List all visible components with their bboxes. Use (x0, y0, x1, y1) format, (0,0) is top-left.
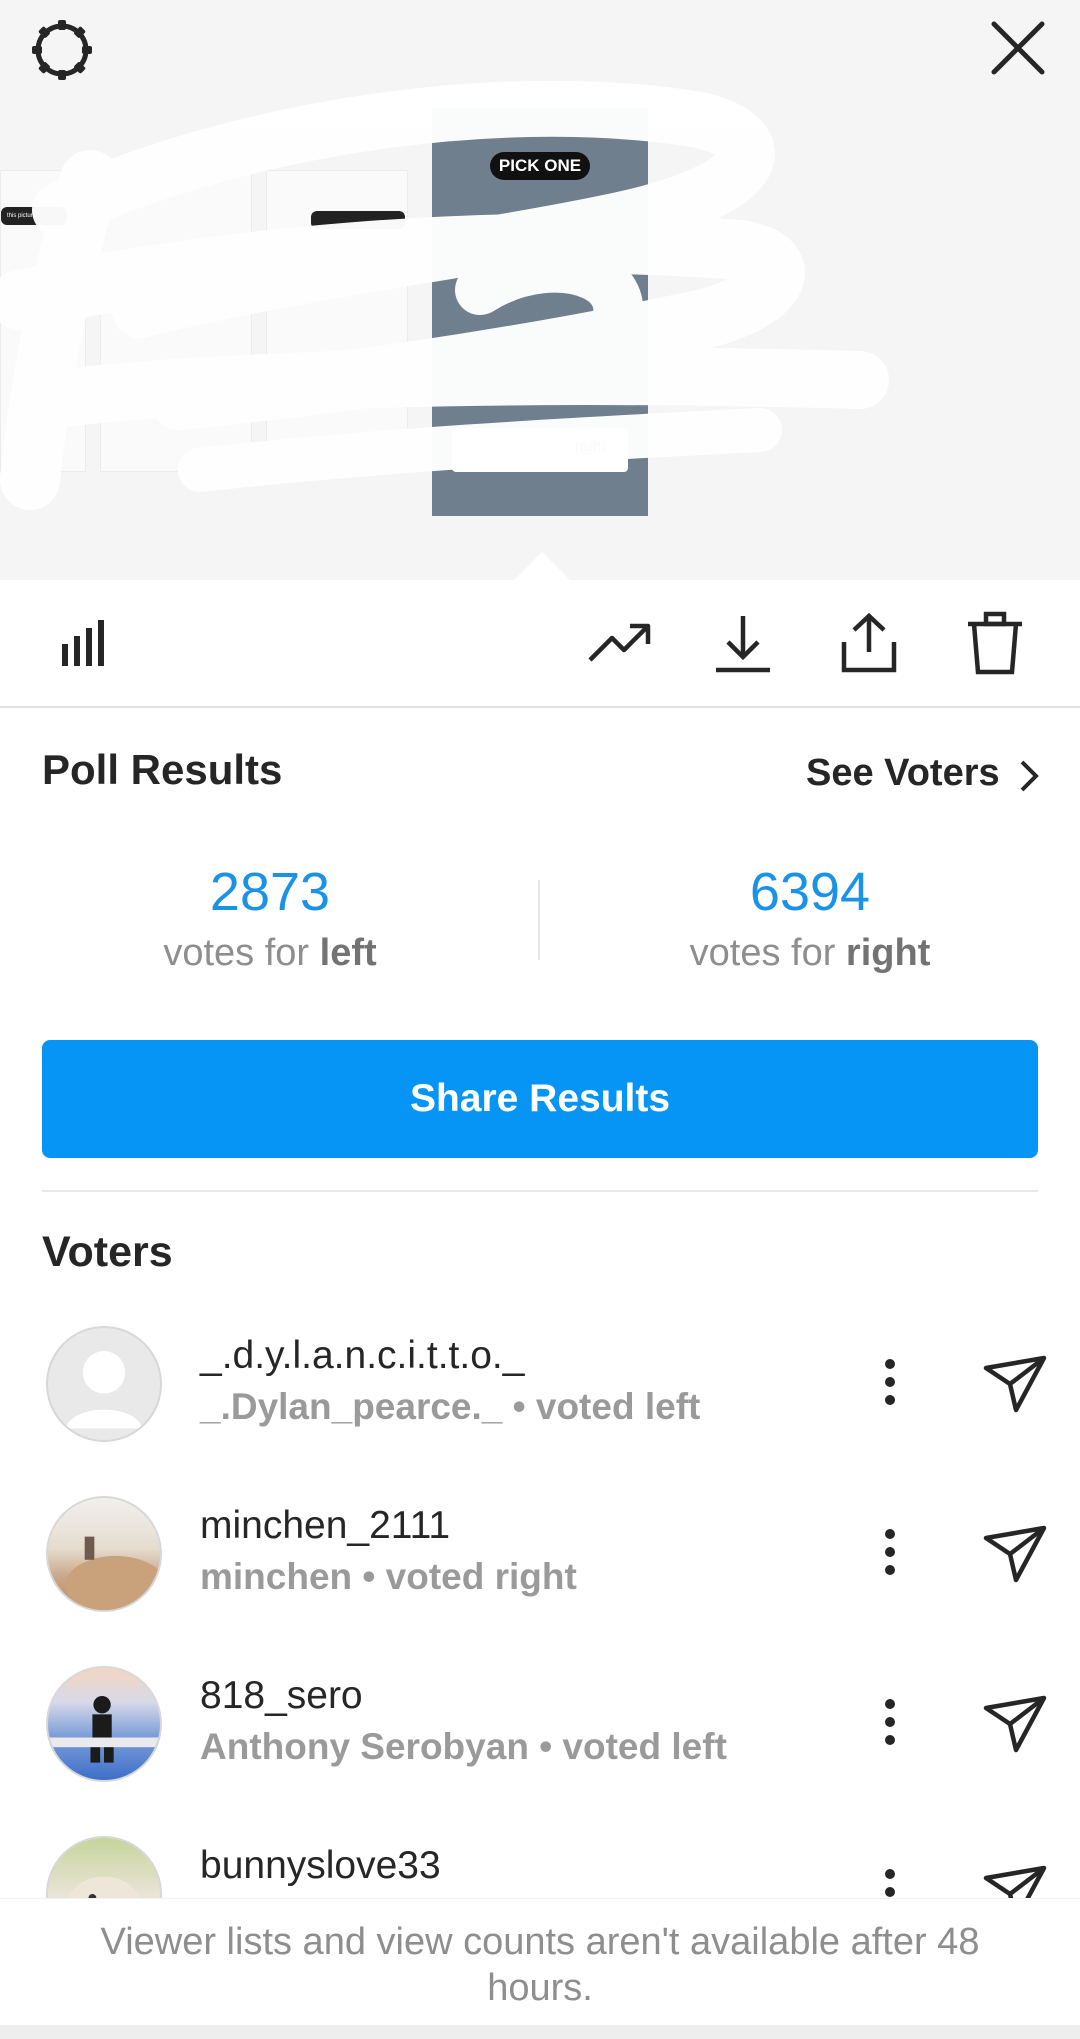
share-results-button[interactable]: Share Results (42, 1040, 1038, 1158)
story-preview-area: this picture PICK ONE right (0, 0, 1080, 580)
bar-chart-icon[interactable] (52, 610, 118, 676)
right-vote-label: votes for right (540, 932, 1080, 975)
see-voters-link[interactable]: See Voters (806, 752, 1000, 795)
voter-username[interactable]: bunnyslove33 (200, 1844, 441, 1888)
left-vote-count: 2873 (209, 862, 331, 922)
voter-subtitle: _.Dylan_pearce._ • voted left (200, 1386, 701, 1427)
left-vote-prefix: votes for (163, 932, 320, 974)
voter-username[interactable]: minchen_2111 (200, 1504, 450, 1548)
photo-avatar-sky[interactable] (46, 1666, 162, 1782)
voter-row[interactable]: minchen_2111 minchen • voted right (0, 1496, 1080, 1646)
voters-title: Voters (42, 1228, 173, 1276)
left-vote-label: votes for left (0, 932, 540, 975)
right-vote-prefix: votes for (689, 932, 846, 974)
right-vote-option: right (845, 932, 931, 974)
chevron-right-icon[interactable] (1014, 758, 1044, 794)
voter-row[interactable]: 818_sero Anthony Serobyan • voted left (0, 1666, 1080, 1816)
selected-story-pointer (514, 552, 570, 580)
section-divider (42, 1190, 1038, 1192)
left-vote-summary: 2873 votes for left (0, 858, 540, 975)
story-toolbar (0, 580, 1080, 708)
close-icon[interactable] (988, 18, 1048, 78)
poll-results-title: Poll Results (42, 746, 283, 793)
more-icon[interactable] (872, 1522, 908, 1582)
settings-icon[interactable] (28, 16, 96, 84)
more-icon[interactable] (872, 1692, 908, 1752)
more-icon[interactable] (872, 1352, 908, 1412)
trending-icon[interactable] (586, 610, 652, 676)
voter-row[interactable]: _.d.y.l.a.n.c.i.t.t.o._ _.Dylan_pearce._… (0, 1326, 1080, 1476)
voter-subtitle: minchen • voted right (200, 1556, 577, 1597)
voter-username[interactable]: _.d.y.l.a.n.c.i.t.t.o._ (200, 1334, 524, 1378)
default-avatar[interactable] (46, 1326, 162, 1442)
voter-subtitle: Anthony Serobyan • voted left (200, 1726, 727, 1767)
voter-username[interactable]: 818_sero (200, 1674, 363, 1718)
send-icon[interactable] (982, 1354, 1048, 1414)
right-vote-count: 6394 (749, 862, 871, 922)
share-icon[interactable] (836, 610, 902, 676)
left-vote-option: left (319, 932, 377, 974)
scribble-overlay (0, 80, 889, 510)
trash-icon[interactable] (962, 610, 1028, 676)
right-vote-summary: 6394 votes for right (540, 858, 1080, 975)
send-icon[interactable] (982, 1524, 1048, 1584)
footer-text: Viewer lists and view counts aren't avai… (100, 1921, 980, 2009)
download-icon[interactable] (710, 610, 776, 676)
photo-avatar-field[interactable] (46, 1496, 162, 1612)
send-icon[interactable] (982, 1694, 1048, 1754)
bottom-edge (0, 2025, 1080, 2039)
footer-notice: Viewer lists and view counts aren't avai… (0, 1898, 1080, 2039)
